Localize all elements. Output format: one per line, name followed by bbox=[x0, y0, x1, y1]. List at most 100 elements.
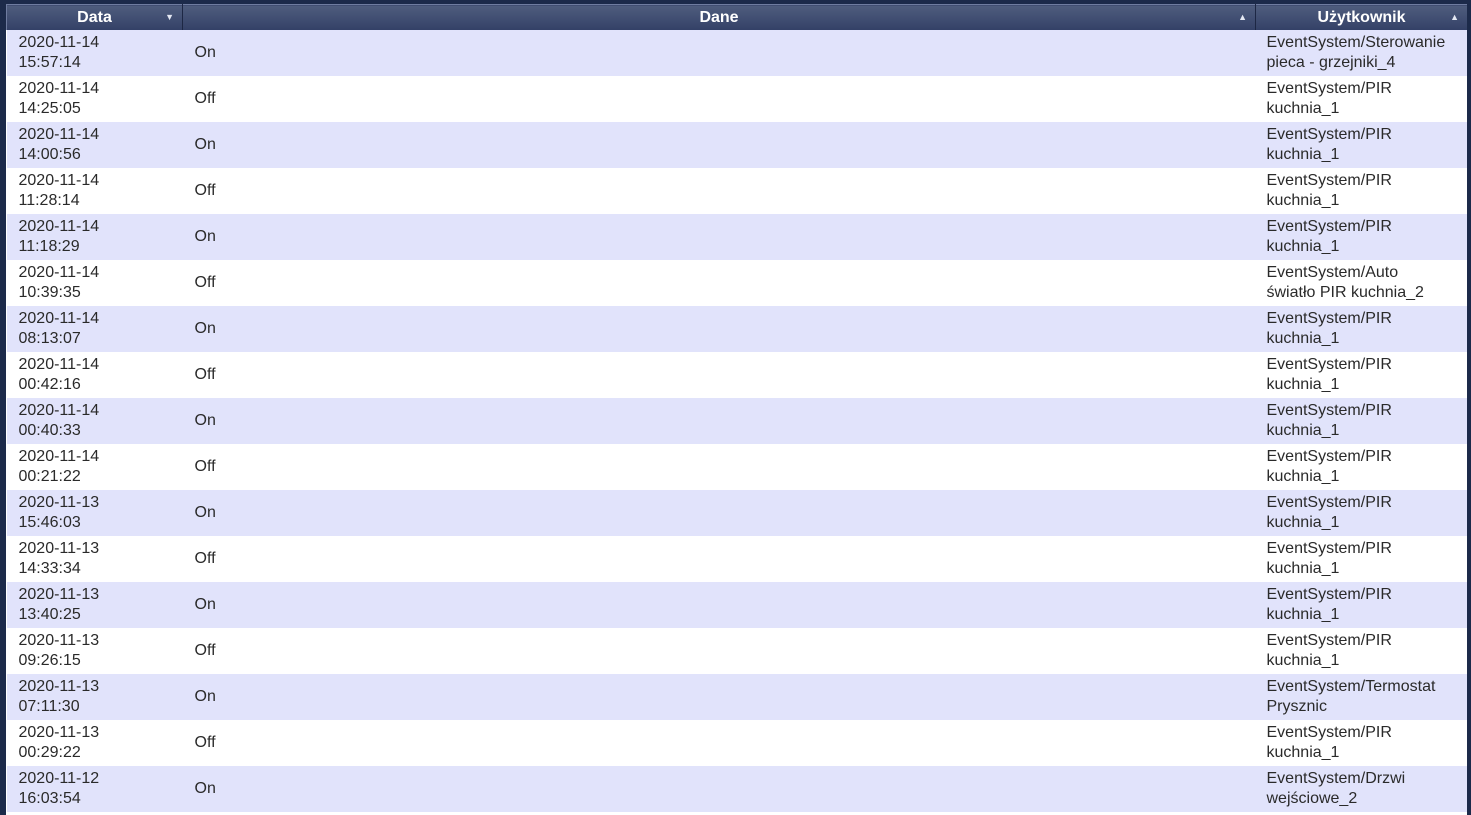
table-row[interactable]: 2020-11-14 11:18:29 On EventSystem/PIR kuchn… bbox=[6, 214, 1467, 260]
cell-value: On bbox=[182, 582, 1256, 628]
column-header-user[interactable]: Użytkownik ▲ bbox=[1255, 4, 1467, 30]
cell-value: On bbox=[182, 766, 1256, 812]
cell-value-text: Off bbox=[194, 182, 216, 199]
cell-value: Off bbox=[182, 168, 1256, 214]
table-row[interactable]: 2020-11-14 08:13:07 On EventSystem/PIR kuchn… bbox=[6, 306, 1467, 352]
cell-value-text: On bbox=[194, 136, 216, 153]
cell-user-line1: EventSystem/PIR bbox=[1266, 310, 1392, 327]
cell-user-line2: kuchnia_1 bbox=[1266, 560, 1340, 577]
cell-date-time: 09:26:15 bbox=[18, 652, 81, 669]
table-row[interactable]: 2020-11-13 15:46:03 On EventSystem/PIR kuchn… bbox=[6, 490, 1467, 536]
cell-user: EventSystem/Sterowanie pieca - grzejniki_… bbox=[1255, 30, 1467, 76]
cell-user: EventSystem/PIR kuchnia_1 bbox=[1255, 352, 1467, 398]
cell-user: EventSystem/PIR kuchnia_1 bbox=[1255, 306, 1467, 352]
cell-user-line2: kuchnia_1 bbox=[1266, 330, 1340, 347]
table-row[interactable]: 2020-11-14 00:21:22 Off EventSystem/PIR kuch… bbox=[6, 444, 1467, 490]
cell-date: 2020-11-14 14:00:56 bbox=[6, 122, 183, 168]
cell-date-time: 10:39:35 bbox=[18, 284, 81, 301]
table-row[interactable]: 2020-11-13 09:26:15 Off EventSystem/PIR kuch… bbox=[6, 628, 1467, 674]
table-row[interactable]: 2020-11-12 16:03:54 On EventSystem/Drzwi wej… bbox=[6, 766, 1467, 812]
cell-date-day: 2020-11-14 bbox=[18, 172, 100, 189]
cell-date: 2020-11-13 14:33:34 bbox=[6, 536, 183, 582]
table-row[interactable]: 2020-11-14 10:39:35 Off EventSystem/Auto świ… bbox=[6, 260, 1467, 306]
cell-date: 2020-11-12 16:03:54 bbox=[6, 766, 183, 812]
cell-date-day: 2020-11-14 bbox=[18, 126, 100, 143]
cell-user-line2: Prysznic bbox=[1266, 698, 1327, 715]
cell-value-text: On bbox=[194, 688, 216, 705]
cell-date-time: 08:13:07 bbox=[18, 330, 81, 347]
cell-user: EventSystem/Auto światło PIR kuchnia_2 bbox=[1255, 260, 1467, 306]
cell-user-line2: kuchnia_1 bbox=[1266, 606, 1340, 623]
cell-user: EventSystem/PIR kuchnia_1 bbox=[1255, 122, 1467, 168]
cell-date-time: 00:21:22 bbox=[18, 468, 81, 485]
cell-user-line1: EventSystem/PIR bbox=[1266, 724, 1392, 741]
event-log-table: Data ▼ Dane ▲ Użytkownik ▲ 2020-11-14 15:… bbox=[6, 4, 1467, 812]
cell-user: EventSystem/PIR kuchnia_1 bbox=[1255, 168, 1467, 214]
cell-date: 2020-11-14 10:39:35 bbox=[6, 260, 183, 306]
cell-date: 2020-11-14 08:13:07 bbox=[6, 306, 183, 352]
table-row[interactable]: 2020-11-13 07:11:30 On EventSystem/Termosta… bbox=[6, 674, 1467, 720]
cell-date-day: 2020-11-13 bbox=[18, 724, 100, 741]
cell-date-time: 11:28:14 bbox=[18, 192, 80, 209]
table-row[interactable]: 2020-11-14 11:28:14 Off EventSystem/PIR kuch… bbox=[6, 168, 1467, 214]
cell-value-text: On bbox=[194, 596, 216, 613]
cell-user-line2: kuchnia_1 bbox=[1266, 376, 1340, 393]
column-header-date-label: Data bbox=[77, 9, 112, 26]
cell-date-day: 2020-11-13 bbox=[18, 494, 100, 511]
cell-value-text: On bbox=[194, 228, 216, 245]
window-edge bbox=[1467, 0, 1471, 815]
cell-date: 2020-11-14 14:25:05 bbox=[6, 76, 183, 122]
cell-value-text: On bbox=[194, 412, 216, 429]
cell-user-line1: EventSystem/PIR bbox=[1266, 172, 1392, 189]
cell-user-line2: wejściowe_2 bbox=[1266, 790, 1358, 807]
cell-date-day: 2020-11-12 bbox=[18, 770, 100, 787]
sort-descending-icon: ▼ bbox=[165, 12, 174, 22]
cell-value-text: Off bbox=[194, 550, 216, 567]
cell-date: 2020-11-14 11:18:29 bbox=[6, 214, 183, 260]
cell-date: 2020-11-14 15:57:14 bbox=[6, 30, 183, 76]
cell-value-text: On bbox=[194, 44, 216, 61]
column-header-data[interactable]: Dane ▲ bbox=[182, 4, 1256, 30]
cell-value-text: Off bbox=[194, 274, 216, 291]
cell-date: 2020-11-14 00:42:16 bbox=[6, 352, 183, 398]
sort-ascending-icon: ▲ bbox=[1450, 12, 1459, 22]
cell-date-day: 2020-11-13 bbox=[18, 678, 100, 695]
cell-value: Off bbox=[182, 76, 1256, 122]
cell-user-line1: EventSystem/PIR bbox=[1266, 540, 1392, 557]
cell-user-line2: kuchnia_1 bbox=[1266, 468, 1340, 485]
cell-user-line2: kuchnia_1 bbox=[1266, 192, 1340, 209]
cell-user-line1: EventSystem/PIR bbox=[1266, 494, 1392, 511]
table-row[interactable]: 2020-11-13 14:33:34 Off EventSystem/PIR kuch… bbox=[6, 536, 1467, 582]
cell-value: Off bbox=[182, 628, 1256, 674]
table-row[interactable]: 2020-11-14 14:00:56 On EventSystem/PIR kuchn… bbox=[6, 122, 1467, 168]
cell-user-line2: kuchnia_1 bbox=[1266, 238, 1340, 255]
table-row[interactable]: 2020-11-14 14:25:05 Off EventSystem/PIR kuch… bbox=[6, 76, 1467, 122]
cell-date-time: 14:25:05 bbox=[18, 100, 81, 117]
table-row[interactable]: 2020-11-14 15:57:14 On EventSystem/Sterowan… bbox=[6, 30, 1467, 76]
table-row[interactable]: 2020-11-13 13:40:25 On EventSystem/PIR kuchn… bbox=[6, 582, 1467, 628]
cell-date-time: 16:03:54 bbox=[18, 790, 81, 807]
table-row[interactable]: 2020-11-13 00:29:22 Off EventSystem/PIR kuch… bbox=[6, 720, 1467, 766]
cell-date-day: 2020-11-14 bbox=[18, 218, 100, 235]
cell-value-text: On bbox=[194, 320, 216, 337]
cell-value: On bbox=[182, 490, 1256, 536]
cell-value-text: Off bbox=[194, 90, 216, 107]
cell-user-line1: EventSystem/Sterowanie bbox=[1266, 34, 1446, 51]
cell-user-line2: kuchnia_1 bbox=[1266, 514, 1340, 531]
cell-date: 2020-11-13 00:29:22 bbox=[6, 720, 183, 766]
cell-value: Off bbox=[182, 536, 1256, 582]
cell-date-day: 2020-11-13 bbox=[18, 586, 100, 603]
cell-user-line1: EventSystem/PIR bbox=[1266, 126, 1392, 143]
cell-date-time: 07:11:30 bbox=[18, 698, 80, 715]
column-header-user-label: Użytkownik bbox=[1317, 9, 1406, 26]
column-header-date[interactable]: Data ▼ bbox=[6, 4, 183, 30]
cell-date: 2020-11-13 13:40:25 bbox=[6, 582, 183, 628]
cell-date-day: 2020-11-14 bbox=[18, 448, 100, 465]
table-header-row: Data ▼ Dane ▲ Użytkownik ▲ bbox=[6, 4, 1467, 30]
table-row[interactable]: 2020-11-14 00:42:16 Off EventSystem/PIR kuch… bbox=[6, 352, 1467, 398]
cell-user-line2: światło PIR kuchnia_2 bbox=[1266, 284, 1424, 301]
table-row[interactable]: 2020-11-14 00:40:33 On EventSystem/PIR kuchn… bbox=[6, 398, 1467, 444]
cell-date-time: 14:00:56 bbox=[18, 146, 81, 163]
cell-date: 2020-11-13 15:46:03 bbox=[6, 490, 183, 536]
cell-date: 2020-11-13 07:11:30 bbox=[6, 674, 183, 720]
